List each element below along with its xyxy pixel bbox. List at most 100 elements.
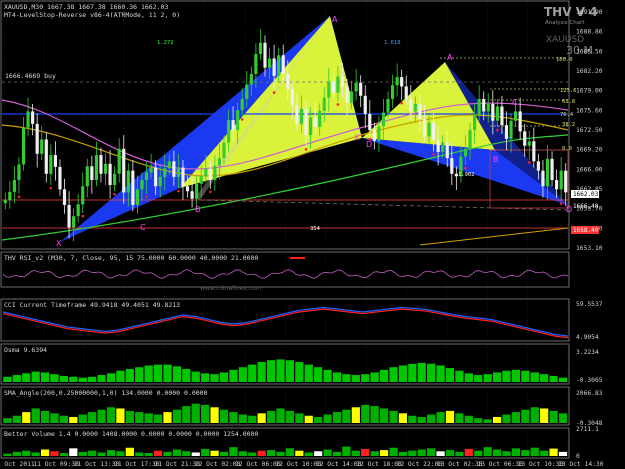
bar [445, 368, 455, 382]
bar [285, 410, 295, 423]
time-tick: 11 Oct 21:30 [154, 461, 200, 468]
time-tick: 13 Oct 14:30 [558, 461, 604, 468]
bar [172, 366, 182, 382]
trading-chart[interactable]: X A B C D X A B C D 100.0 123.6 61.8 76.… [0, 0, 625, 469]
panel-tick: 3.2234 [576, 349, 599, 356]
bar [295, 413, 304, 423]
stop-dot [49, 186, 53, 190]
bar [351, 407, 360, 423]
time-tick: 13 Oct 06:30 [477, 461, 523, 468]
bar [492, 372, 502, 382]
time-tick: 12 Oct 18:00 [356, 461, 402, 468]
bar [408, 450, 417, 456]
point-c-left: C [140, 223, 146, 232]
price-tag: 1666.4669 buy [5, 72, 56, 80]
bar [521, 370, 530, 382]
bar [144, 453, 153, 456]
stop-dot [496, 128, 499, 132]
bar [172, 449, 182, 456]
time-tick: 11 Oct 13:30 [74, 461, 120, 468]
bar [31, 452, 40, 456]
bar [3, 418, 12, 423]
bar [106, 373, 116, 382]
price-tick: 1691.90 [576, 9, 603, 16]
stop-dot [304, 148, 308, 151]
time-tick: 12 Oct 06:00 [235, 461, 281, 468]
bar [238, 451, 247, 456]
bar [558, 451, 568, 456]
price-tick: 1688.86 [576, 29, 603, 36]
point-b-right: B [493, 155, 499, 164]
bar [351, 375, 360, 382]
bar [116, 370, 125, 382]
bar [511, 412, 521, 423]
bar [182, 451, 191, 456]
bar [558, 377, 568, 382]
point-x-left: X [56, 239, 62, 248]
svg-text:Better Volume 1.4 0.0000 1408.: Better Volume 1.4 0.0000 1408.0000 0.000… [4, 430, 258, 438]
bar [361, 404, 370, 423]
bar [97, 409, 106, 423]
bar [379, 450, 389, 456]
bar [474, 418, 483, 423]
bar [257, 450, 266, 456]
bar [389, 447, 398, 456]
bar [276, 408, 285, 423]
point-a-right: A [447, 53, 453, 62]
bar [398, 451, 408, 456]
bar [201, 373, 210, 382]
stop-dot [177, 189, 180, 193]
bar [78, 414, 87, 423]
bar [417, 362, 426, 382]
bar [342, 409, 351, 423]
bar [182, 406, 191, 423]
bar [219, 372, 229, 382]
time-tick: 11 Oct 17:30 [114, 461, 160, 468]
time-tick: 12 Oct 14:00 [316, 461, 362, 468]
bar [172, 409, 182, 423]
svg-text:1.272: 1.272 [157, 40, 174, 46]
bar [69, 416, 78, 423]
bar [248, 452, 257, 456]
bar [502, 414, 511, 423]
point-a-left: A [332, 15, 338, 24]
svg-text:1.618: 1.618 [384, 40, 401, 46]
bar [219, 409, 229, 423]
bar [361, 374, 370, 382]
bar [436, 412, 445, 423]
bar [332, 451, 342, 456]
brand-subtitle: Analysis Chart [545, 20, 585, 26]
svg-text:38.2: 38.2 [562, 122, 575, 128]
price-tick: 1669.20 [576, 147, 603, 154]
bar [88, 412, 97, 423]
bar [97, 452, 106, 456]
bar [144, 413, 153, 423]
bar [351, 450, 360, 456]
bar [530, 372, 539, 382]
bar [191, 452, 200, 456]
bar [342, 374, 351, 382]
bar [521, 409, 530, 423]
bar [530, 407, 539, 423]
bar [483, 419, 492, 423]
point-b-left: B [195, 205, 201, 214]
svg-text:354: 354 [310, 226, 321, 232]
bar [163, 412, 172, 423]
bar [144, 365, 153, 382]
bar [332, 412, 342, 423]
bar [455, 413, 464, 423]
bar [511, 448, 521, 456]
svg-text:100.0: 100.0 [556, 57, 573, 63]
bar [69, 376, 78, 382]
bar [210, 407, 219, 423]
bar [219, 451, 229, 456]
svg-text:123.6: 123.6 [560, 88, 577, 94]
bar [266, 410, 276, 423]
bar [389, 367, 398, 382]
bar [521, 450, 530, 456]
bar [464, 448, 473, 456]
panel-tick: 0 [576, 453, 580, 460]
bar [304, 364, 313, 382]
upper-price: 1666.40 [573, 203, 599, 210]
bar [106, 407, 116, 423]
